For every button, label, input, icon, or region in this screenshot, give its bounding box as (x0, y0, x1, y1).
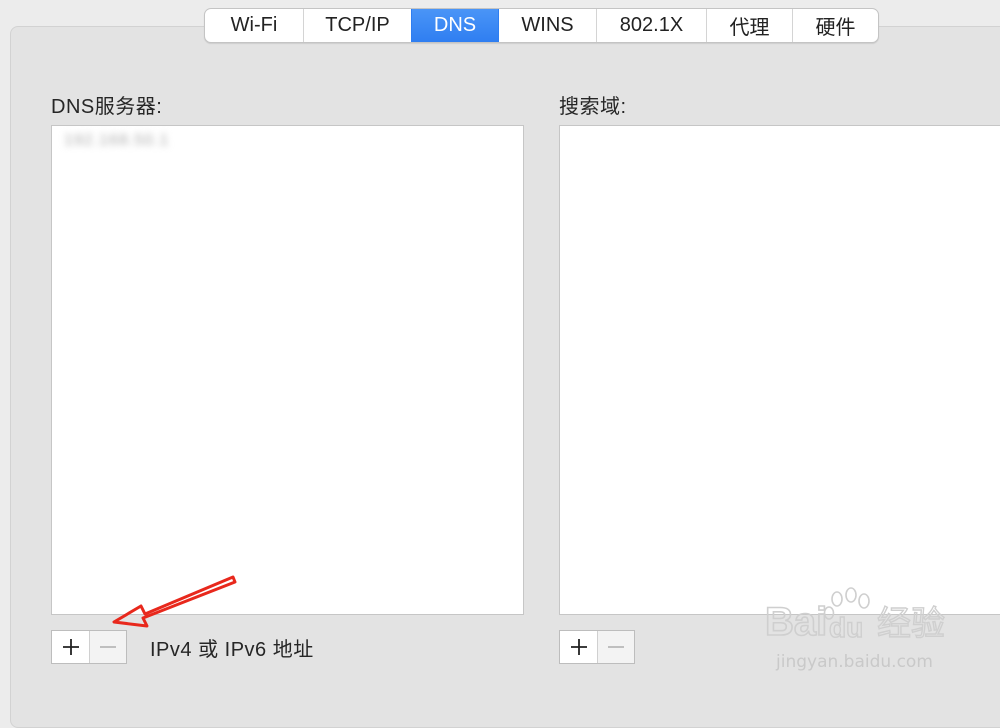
tab-wifi[interactable]: Wi-Fi (205, 9, 303, 42)
add-dns-server-button[interactable] (52, 631, 89, 663)
svg-text:Bai: Bai (765, 600, 827, 644)
watermark-url: jingyan.baidu.com (776, 652, 933, 672)
search-domains-list[interactable] (559, 125, 1000, 615)
tab-dns[interactable]: DNS (411, 9, 498, 42)
plus-icon (62, 639, 79, 655)
plus-icon (570, 639, 587, 655)
baidu-watermark-logo: Bai du 经验 (765, 587, 946, 645)
dns-button-group (51, 630, 127, 664)
minus-icon (100, 646, 116, 648)
search-domain-button-group (559, 630, 635, 664)
list-item[interactable]: 192.168.50.1 (64, 132, 169, 150)
tab-hardware[interactable]: 硬件 (792, 9, 878, 42)
remove-dns-server-button[interactable] (89, 631, 126, 663)
svg-text:经验: 经验 (877, 604, 945, 644)
tab-8021x[interactable]: 802.1X (596, 9, 706, 42)
arrow-icon (112, 575, 237, 628)
dns-address-hint: IPv4 或 IPv6 地址 (150, 639, 314, 661)
search-domains-label: 搜索域: (559, 96, 627, 118)
tab-bar: Wi-Fi TCP/IP DNS WINS 802.1X 代理 硬件 (204, 8, 879, 43)
remove-search-domain-button[interactable] (597, 631, 634, 663)
dns-servers-list[interactable]: 192.168.50.1 (51, 125, 524, 615)
add-search-domain-button[interactable] (560, 631, 597, 663)
minus-icon (608, 646, 624, 648)
tab-proxy[interactable]: 代理 (706, 9, 792, 42)
dns-servers-label: DNS服务器: (51, 96, 163, 118)
tab-tcpip[interactable]: TCP/IP (303, 9, 411, 42)
svg-text:du: du (829, 612, 863, 643)
tab-wins[interactable]: WINS (498, 9, 596, 42)
